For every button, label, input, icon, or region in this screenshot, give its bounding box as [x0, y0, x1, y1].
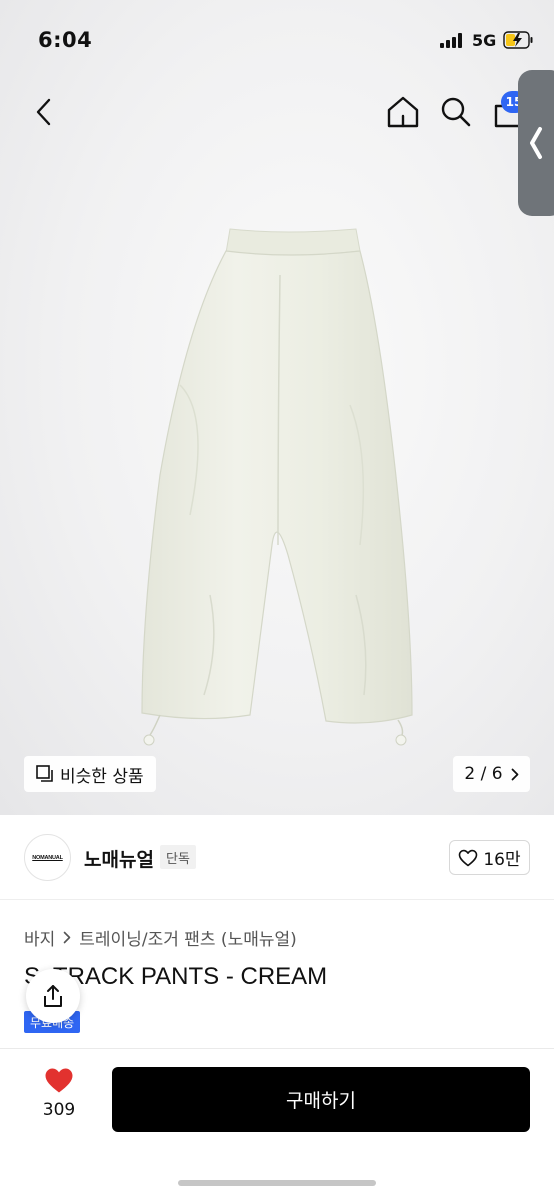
chevron-left-icon: [530, 127, 542, 159]
page-separator: /: [480, 764, 487, 784]
category-breadcrumb: 바지 트레이닝/조거 팬츠 (노매뉴얼): [24, 925, 297, 950]
image-page-indicator[interactable]: 2 / 6: [453, 756, 530, 792]
breadcrumb-item[interactable]: 트레이닝/조거 팬츠 (노매뉴얼): [79, 925, 296, 950]
side-panel-handle[interactable]: [518, 70, 554, 216]
exclusive-badge: 단독: [160, 845, 196, 869]
page-total: 6: [491, 764, 503, 784]
chevron-left-icon: [36, 98, 51, 126]
home-indicator: [178, 1180, 376, 1186]
similar-products-button[interactable]: 비슷한 상품: [24, 756, 156, 792]
page-current: 2: [464, 764, 476, 784]
brand-name[interactable]: 노매뉴얼: [84, 845, 154, 872]
back-button[interactable]: [26, 92, 62, 132]
home-button[interactable]: [383, 92, 423, 132]
signal-icon: [440, 33, 462, 48]
wishlist-count: 309: [42, 1100, 76, 1120]
similar-products-label: 비슷한 상품: [60, 766, 144, 787]
chevron-right-icon: [511, 768, 518, 780]
battery-icon: [503, 31, 533, 49]
share-button[interactable]: [26, 969, 80, 1023]
product-image: [141, 228, 413, 746]
bottom-action-bar: 309 구매하기: [0, 1048, 554, 1200]
buy-button[interactable]: 구매하기: [112, 1067, 530, 1132]
similar-items-icon: [36, 765, 53, 782]
heart-filled-icon: [45, 1068, 73, 1093]
share-icon: [44, 985, 62, 1007]
chevron-right-icon: [63, 931, 71, 944]
heart-outline-icon: [459, 849, 478, 866]
status-time: 6:04: [38, 28, 93, 52]
brand-row: NOMANUAL 노매뉴얼 단독 16만: [0, 815, 554, 900]
brand-logo[interactable]: NOMANUAL: [24, 834, 71, 881]
brand-like-button[interactable]: 16만: [449, 840, 530, 875]
breadcrumb-item[interactable]: 바지: [24, 925, 55, 950]
home-icon: [387, 96, 419, 128]
network-label: 5G: [472, 31, 497, 50]
search-icon: [441, 97, 471, 127]
search-button[interactable]: [436, 92, 476, 132]
status-bar: 6:04 5G: [0, 0, 554, 80]
brand-like-count: 16만: [483, 850, 521, 870]
brand-logo-text: NOMANUAL: [32, 854, 63, 861]
wishlist-button[interactable]: 309: [26, 1067, 92, 1120]
product-gallery[interactable]: 6:04 5G 15 비슷한 상품 2 / 6: [0, 0, 554, 815]
